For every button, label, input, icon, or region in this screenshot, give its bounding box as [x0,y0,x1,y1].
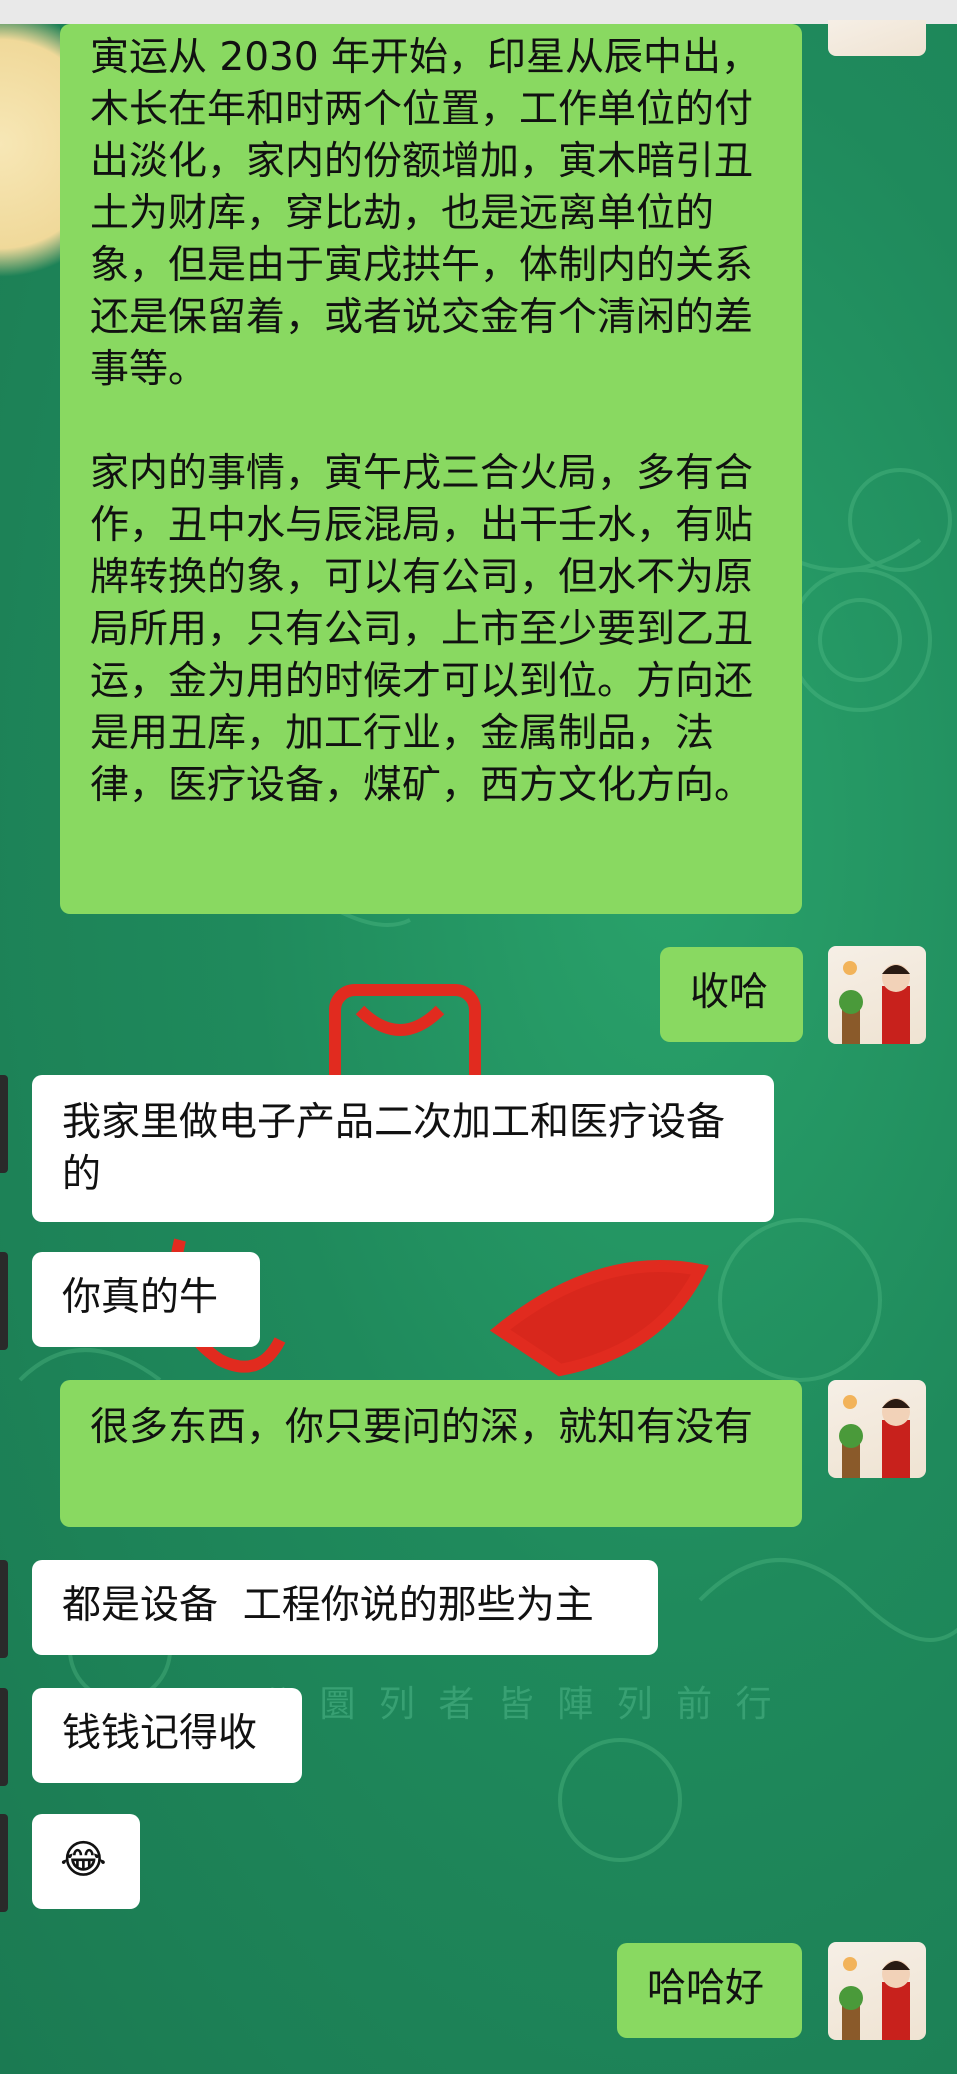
message-text: 都是设备 工程你说的那些为主 [62,1583,594,1628]
message-text: 收哈 [690,970,769,1015]
laughing-crying-emoji-icon: 😂 [60,1837,107,1883]
avatar-figure [839,1957,910,2040]
contact-avatar-icon[interactable] [0,1814,8,1912]
message-bubble-received[interactable]: 你真的牛 [32,1252,260,1347]
message-bubble-sent[interactable]: 很多东西，你只要问的深，就知有没有 [60,1380,802,1527]
message-paragraph: 寅运从 2030 年开始，印星从辰中出，木长在年和时两个位置，工作单位的付出淡化… [90,35,761,392]
message-bubble-sent[interactable]: 哈哈好 [617,1943,802,2038]
user-avatar-icon[interactable] [828,946,926,1044]
message-text: 我家里做电子产品二次加工和医疗设备的 [62,1100,726,1197]
message-bubble-received[interactable]: 😂 [32,1814,140,1909]
status-strip [0,0,957,24]
user-avatar-icon[interactable] [828,20,926,56]
contact-avatar-icon[interactable] [0,1688,8,1786]
message-bubble-sent[interactable]: 收哈 [660,947,803,1042]
contact-avatar-icon[interactable] [0,1075,8,1173]
user-avatar-icon[interactable] [828,1942,926,2040]
message-text: 你真的牛 [62,1275,219,1320]
message-text: 很多东西，你只要问的深，就知有没有 [90,1405,754,1450]
corner-decoration [0,24,60,324]
message-bubble-received[interactable]: 钱钱记得收 [32,1688,302,1783]
message-text: 哈哈好 [647,1966,765,2011]
contact-avatar-icon[interactable] [0,1252,8,1350]
message-paragraph: 家内的事情，寅午戌三合火局，多有合作，丑中水与辰混局，出干壬水，有贴牌转换的象，… [90,451,754,808]
message-bubble-received[interactable]: 我家里做电子产品二次加工和医疗设备的 [32,1075,774,1222]
avatar-figure [839,1395,910,1478]
message-text: 钱钱记得收 [62,1711,258,1756]
avatar-figure [839,961,910,1044]
background-caption: 公 圜 列 者 皆 陣 列 前 行 [260,1684,778,1725]
message-bubble-sent[interactable]: 寅运从 2030 年开始，印星从辰中出，木长在年和时两个位置，工作单位的付出淡化… [60,24,802,914]
message-bubble-received[interactable]: 都是设备 工程你说的那些为主 [32,1560,658,1655]
contact-avatar-icon[interactable] [0,1560,8,1658]
user-avatar-icon[interactable] [828,1380,926,1478]
